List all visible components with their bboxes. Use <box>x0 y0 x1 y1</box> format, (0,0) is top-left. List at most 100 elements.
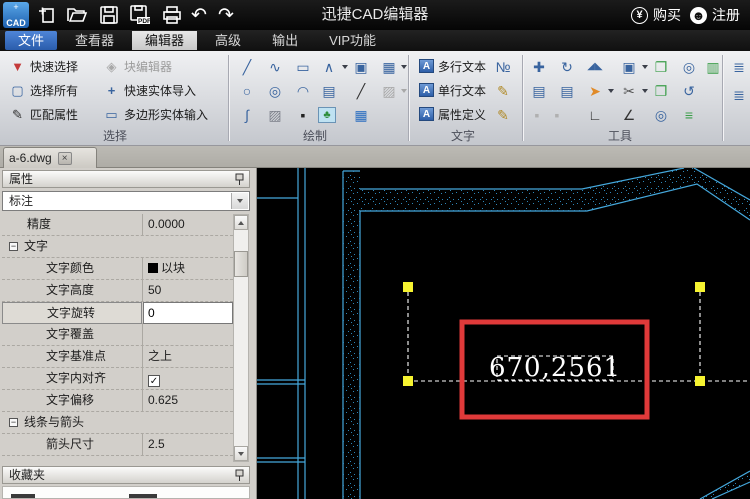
align-tool-icon[interactable]: ▥ <box>702 57 724 77</box>
tab-close-button[interactable]: × <box>58 152 72 165</box>
text-rotation-input[interactable] <box>143 302 233 324</box>
category-dropdown[interactable]: 标注 <box>2 191 250 211</box>
match-properties-button[interactable]: ✎ 匹配属性 <box>6 103 81 125</box>
register-button[interactable]: ☻ 注册 <box>690 5 740 25</box>
insert-block-icon[interactable]: ▣ <box>350 57 372 77</box>
scroll-up-button[interactable] <box>234 215 248 230</box>
property-row-text-rotation[interactable]: 文字旋转 <box>2 302 233 324</box>
property-row-precision[interactable]: 精度 0.0000 <box>2 214 233 236</box>
save-as-pdf-button[interactable]: PDF <box>127 3 153 27</box>
dropdown-button[interactable] <box>231 193 248 209</box>
image-ref-icon[interactable]: ▨ <box>378 81 400 101</box>
arc-tool-icon[interactable]: ◠ <box>292 81 314 101</box>
quick-entity-import-button[interactable]: + 快速实体导入 <box>100 79 199 101</box>
break-tool-icon[interactable]: ▪ <box>546 105 568 125</box>
donut-tool-icon[interactable]: ◎ <box>264 81 286 101</box>
section-row-lines-arrows[interactable]: −线条与箭头 <box>2 412 233 434</box>
multiline-text-button[interactable]: A 多行文本 <box>416 55 489 77</box>
properties-header[interactable]: 属性 <box>2 170 250 188</box>
save-button[interactable] <box>96 3 122 27</box>
print-button[interactable] <box>159 3 185 27</box>
layer-add-icon[interactable]: ≡ <box>678 105 700 125</box>
trim-dropdown-arrow[interactable] <box>642 89 648 93</box>
select-all-button[interactable]: ▢ 选择所有 <box>6 79 81 101</box>
menu-vip[interactable]: VIP功能 <box>316 31 389 50</box>
menu-file[interactable]: 文件 <box>5 31 57 50</box>
menu-editor[interactable]: 编辑器 <box>132 31 197 50</box>
move-tool-icon[interactable]: ✚ <box>528 57 550 77</box>
layer-states-icon[interactable]: ≣ <box>728 85 750 105</box>
offset-dropdown-arrow[interactable] <box>642 65 648 69</box>
attribute-define-button[interactable]: A 属性定义 <box>416 103 489 125</box>
wipeout-tool-icon[interactable]: ▤ <box>318 81 340 101</box>
paste-special-icon[interactable]: ▤ <box>556 81 578 101</box>
polyline-dropdown-arrow[interactable] <box>342 65 348 69</box>
menu-viewer[interactable]: 查看器 <box>62 31 127 50</box>
overlap-circles-icon[interactable]: ◎ <box>650 105 672 125</box>
property-row-text-datum[interactable]: 文字基准点 之上 <box>2 346 233 368</box>
rotate-tool-icon[interactable]: ↻ <box>556 57 578 77</box>
edit-attribute-icon[interactable]: ✎ <box>492 105 514 125</box>
boundary-dropdown-arrow[interactable] <box>401 65 407 69</box>
fillet-tool-icon[interactable]: ∠ <box>618 105 640 125</box>
new-file-button[interactable] <box>34 3 60 27</box>
favorites-header[interactable]: 收藏夹 <box>2 466 250 484</box>
array-tool-icon[interactable]: ◎ <box>678 57 700 77</box>
singleline-text-button[interactable]: A 单行文本 <box>416 79 489 101</box>
copy-tool-icon[interactable]: ❐ <box>650 57 672 77</box>
property-scrollbar[interactable] <box>233 214 249 462</box>
redo-button[interactable]: ↷ <box>213 3 239 27</box>
scroll-down-button[interactable] <box>234 446 248 461</box>
collapse-icon[interactable]: − <box>9 418 18 427</box>
image-ref-dropdown-arrow[interactable] <box>401 89 407 93</box>
rectangle-tool-icon[interactable]: ▭ <box>292 57 314 77</box>
join-tool-icon[interactable]: ▪ <box>526 105 548 125</box>
table-tool-icon[interactable]: ▦ <box>350 105 372 125</box>
undo-button[interactable]: ↶ <box>186 3 212 27</box>
select-cursor-icon[interactable]: ➤ <box>584 81 606 101</box>
menu-advanced[interactable]: 高级 <box>202 31 254 50</box>
mirror-tool-icon[interactable]: ◢◣ <box>584 57 606 77</box>
polygon-entity-import-button[interactable]: ▭ 多边形实体输入 <box>100 103 211 125</box>
buy-button[interactable]: ¥ 购买 <box>631 5 681 25</box>
trim-tool-icon[interactable]: ✂ <box>618 81 640 101</box>
property-row-text-offset[interactable]: 文字偏移 0.625 <box>2 390 233 412</box>
drawing-canvas[interactable]: 670,2561 <box>257 168 750 499</box>
revision-cloud-icon[interactable]: ∫ <box>236 105 258 125</box>
line-tool-icon[interactable]: ╱ <box>236 57 258 77</box>
chamfer-tool-icon[interactable]: ∟ <box>584 105 606 125</box>
property-row-arrow-size[interactable]: 箭头尺寸 2.5 <box>2 434 233 456</box>
document-tab[interactable]: a-6.dwg × <box>3 147 97 168</box>
property-row-text-color[interactable]: 文字颜色 以块 <box>2 258 233 280</box>
open-file-button[interactable] <box>64 3 90 27</box>
scrollbar-thumb[interactable] <box>234 251 248 277</box>
block-editor-button[interactable]: ◈ 块编辑器 <box>100 55 175 77</box>
leader-tool-icon[interactable]: ╱ <box>350 81 372 101</box>
offset-tool-icon[interactable]: ▣ <box>618 57 640 77</box>
polyline-tool-icon[interactable]: ∧ <box>318 57 340 77</box>
rotate-copy-icon[interactable]: ↺ <box>678 81 700 101</box>
pin-icon[interactable] <box>235 173 244 186</box>
hatch-tool-icon[interactable]: ▨ <box>264 105 286 125</box>
edit-text-icon[interactable]: ✎ <box>492 81 514 101</box>
image-tool-icon[interactable]: ♣ <box>318 107 336 123</box>
spline-tool-icon[interactable]: ∿ <box>264 57 286 77</box>
circle-tool-icon[interactable]: ○ <box>236 81 258 101</box>
pin-icon[interactable] <box>235 469 244 482</box>
property-row-text-align[interactable]: 文字内对齐 ✓ <box>2 368 233 390</box>
property-row-text-height[interactable]: 文字高度 50 <box>2 280 233 302</box>
copy-entities-icon[interactable]: ❐ <box>650 81 672 101</box>
layers-icon[interactable]: ≣ <box>728 57 750 77</box>
section-row-text[interactable]: −文字 <box>2 236 233 258</box>
cursor-dropdown-arrow[interactable] <box>608 89 614 93</box>
paste-tool-icon[interactable]: ▤ <box>528 81 550 101</box>
point-tool-icon[interactable]: ▪ <box>292 105 314 125</box>
dimension-text[interactable]: 670,2561 <box>489 353 621 383</box>
numbered-text-icon[interactable]: № <box>492 57 514 77</box>
app-logo[interactable]: + CAD <box>3 2 29 28</box>
boundary-tool-icon[interactable]: ▦ <box>378 57 400 77</box>
property-row-text-override[interactable]: 文字覆盖 <box>2 324 233 346</box>
menu-output[interactable]: 输出 <box>259 31 311 50</box>
collapse-icon[interactable]: − <box>9 242 18 251</box>
quick-select-button[interactable]: ▼ 快速选择 <box>6 55 81 77</box>
